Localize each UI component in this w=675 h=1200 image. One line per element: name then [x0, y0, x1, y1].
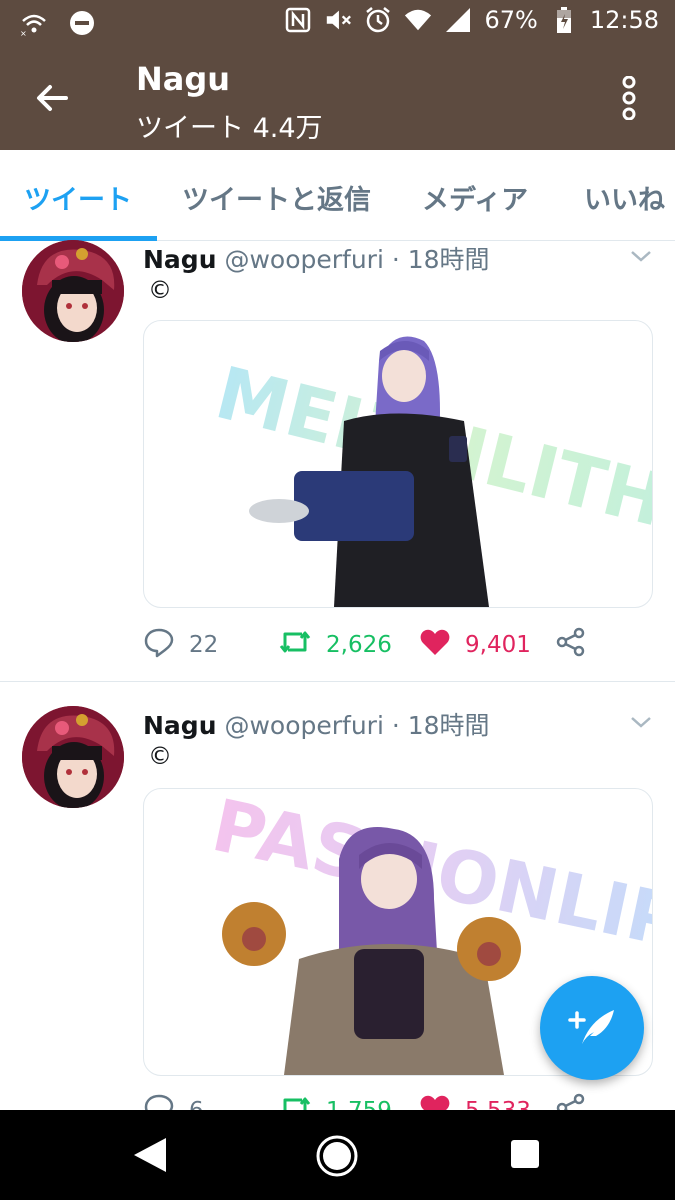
- reply-count: 22: [189, 632, 219, 658]
- page-title: Nagu: [136, 60, 231, 98]
- svg-text:×: ×: [20, 29, 27, 37]
- tweet-media-image[interactable]: MELTLILITH: [143, 320, 653, 608]
- recents-nav-icon[interactable]: [510, 1139, 540, 1173]
- tab-tweets[interactable]: ツイート: [24, 178, 132, 217]
- back-arrow-icon[interactable]: [32, 78, 72, 118]
- avatar[interactable]: [22, 240, 124, 342]
- reply-icon: [143, 626, 175, 664]
- status-bar: × 67% 12:58: [0, 0, 675, 46]
- back-nav-icon[interactable]: [132, 1136, 168, 1178]
- retweet-button[interactable]: 2,626: [278, 626, 392, 664]
- tab-likes[interactable]: いいね: [584, 178, 665, 217]
- reply-icon: [143, 1092, 175, 1110]
- tweet-actions: 6 1,759 5,533: [143, 1092, 613, 1110]
- signal-icon: [444, 6, 472, 34]
- wifi-calling-icon: ×: [20, 9, 48, 37]
- chevron-down-icon[interactable]: [629, 710, 653, 734]
- wifi-icon: [404, 6, 432, 34]
- tweet-text: ©: [148, 276, 172, 304]
- timestamp: · 18時間: [391, 245, 490, 274]
- heart-icon: [419, 1092, 451, 1110]
- handle[interactable]: @wooperfuri: [224, 711, 383, 740]
- system-nav-bar: [0, 1110, 675, 1200]
- reply-button[interactable]: 6: [143, 1092, 204, 1110]
- clock: 12:58: [589, 6, 659, 34]
- do-not-disturb-icon: [68, 9, 96, 37]
- like-button[interactable]: 9,401: [419, 626, 531, 664]
- alarm-icon: [364, 6, 392, 34]
- display-name[interactable]: Nagu: [143, 711, 217, 740]
- tweet-header: Nagu @wooperfuri · 18時間: [143, 240, 490, 276]
- like-button[interactable]: 5,533: [419, 1092, 531, 1110]
- heart-icon: [419, 626, 451, 664]
- share-icon: [555, 1092, 587, 1110]
- nfc-icon: [284, 6, 312, 34]
- compose-tweet-icon: [568, 1010, 614, 1044]
- reply-button[interactable]: 22: [143, 626, 218, 664]
- profile-tabs: ツイート ツイートと返信 メディア いいね: [0, 150, 675, 241]
- like-count: 5,533: [465, 1098, 531, 1110]
- display-name[interactable]: Nagu: [143, 245, 217, 274]
- retweet-count: 1,759: [326, 1098, 392, 1110]
- like-count: 9,401: [465, 632, 531, 658]
- more-options-icon[interactable]: [619, 75, 639, 121]
- tweet-text: ©: [148, 742, 172, 770]
- share-button[interactable]: [555, 626, 587, 664]
- retweet-count: 2,626: [326, 632, 392, 658]
- tweet-actions: 22 2,626 9,401: [143, 626, 613, 666]
- tweet[interactable]: Nagu @wooperfuri · 18時間 © MELTLILITH: [0, 240, 675, 681]
- compose-tweet-button[interactable]: [540, 976, 644, 1080]
- home-nav-icon[interactable]: [315, 1134, 359, 1182]
- tweet-divider: [0, 681, 675, 682]
- share-button[interactable]: [555, 1092, 587, 1110]
- chevron-down-icon[interactable]: [629, 244, 653, 268]
- reply-count: 6: [189, 1098, 204, 1110]
- tab-media[interactable]: メディア: [422, 178, 528, 217]
- tweet-header: Nagu @wooperfuri · 18時間: [143, 706, 490, 742]
- battery-percent: 67%: [484, 6, 538, 34]
- tab-tweets-and-replies[interactable]: ツイートと返信: [182, 178, 371, 217]
- tweet-count: ツイート 4.4万: [136, 113, 323, 144]
- share-icon: [555, 626, 587, 664]
- retweet-icon: [278, 626, 312, 664]
- app-bar: Nagu ツイート 4.4万: [0, 46, 675, 150]
- battery-icon: [550, 6, 578, 34]
- retweet-icon: [278, 1092, 312, 1110]
- retweet-button[interactable]: 1,759: [278, 1092, 392, 1110]
- handle[interactable]: @wooperfuri: [224, 245, 383, 274]
- timestamp: · 18時間: [391, 711, 490, 740]
- mute-icon: [324, 6, 352, 34]
- avatar[interactable]: [22, 706, 124, 808]
